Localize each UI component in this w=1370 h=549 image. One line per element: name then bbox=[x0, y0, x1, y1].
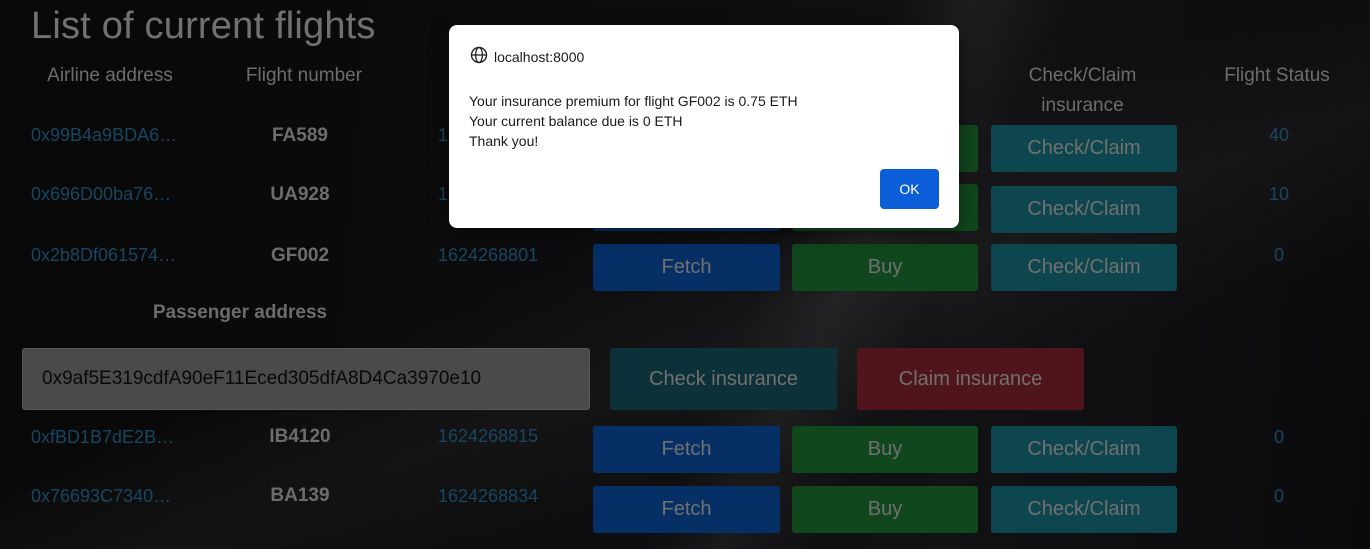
alert-dialog: localhost:8000 Your insurance premium fo… bbox=[449, 25, 959, 228]
dialog-message: Your insurance premium for flight GF002 … bbox=[469, 91, 798, 151]
dialog-line-balance: Your current balance due is 0 ETH bbox=[469, 113, 683, 129]
dialog-header: localhost:8000 bbox=[470, 46, 584, 67]
dialog-origin: localhost:8000 bbox=[494, 48, 585, 65]
globe-icon bbox=[470, 46, 488, 67]
dialog-line-premium: Your insurance premium for flight GF002 … bbox=[469, 93, 798, 109]
dialog-line-thanks: Thank you! bbox=[469, 133, 539, 149]
ok-button[interactable]: OK bbox=[880, 169, 939, 209]
